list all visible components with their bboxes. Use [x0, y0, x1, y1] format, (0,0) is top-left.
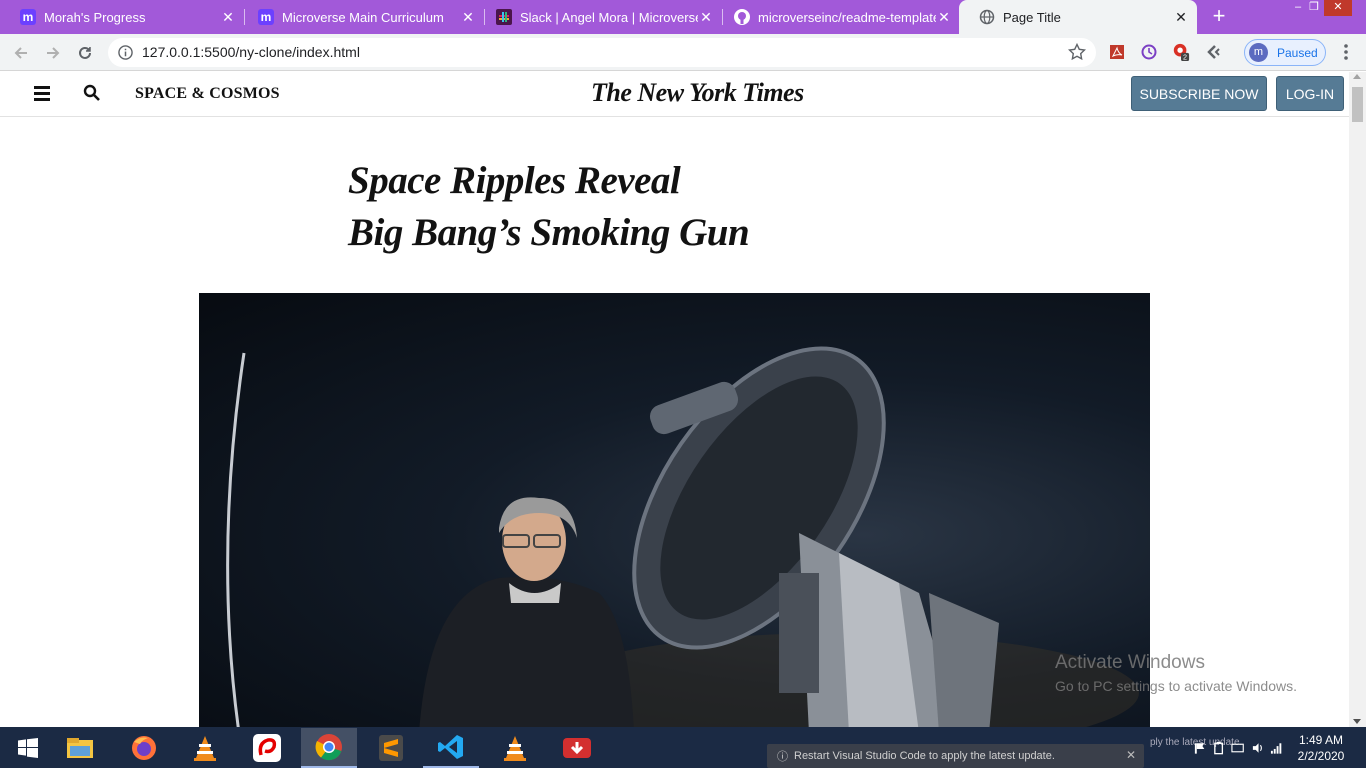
system-tray: [1193, 740, 1283, 756]
download-manager-icon[interactable]: [549, 728, 605, 768]
reload-icon[interactable]: [72, 40, 98, 66]
close-icon[interactable]: ✕: [698, 9, 714, 25]
close-icon[interactable]: ✕: [460, 9, 476, 25]
close-icon[interactable]: ✕: [936, 9, 952, 25]
notification-text: Restart Visual Studio Code to apply the …: [794, 750, 1055, 762]
telescope-photo: [226, 346, 1139, 727]
article-headline: Space Ripples Reveal Big Bang’s Smoking …: [348, 155, 750, 259]
clock-extension-icon[interactable]: [1140, 43, 1158, 61]
nyt-logo[interactable]: The New York Times: [591, 78, 804, 108]
hero-image: [199, 293, 1150, 727]
hamburger-menu-icon[interactable]: [34, 86, 50, 101]
browser-tab-strip: m Morah's Progress ✕ m Microverse Main C…: [0, 0, 1366, 34]
address-bar[interactable]: 127.0.0.1:5500/ny-clone/index.html: [108, 38, 1096, 67]
profile-button[interactable]: m Paused: [1244, 39, 1326, 66]
tab-title: Morah's Progress: [44, 9, 146, 25]
tab-morahs-progress[interactable]: m Morah's Progress ✕: [0, 0, 244, 34]
network-icon[interactable]: [1231, 741, 1245, 755]
update-notification[interactable]: ⓘ Restart Visual Studio Code to apply th…: [767, 744, 1144, 768]
close-icon[interactable]: ✕: [220, 9, 236, 25]
minimize-window-icon[interactable]: –: [1290, 0, 1306, 16]
tab-title: Microverse Main Curriculum: [282, 9, 444, 25]
record-extension-icon[interactable]: 2: [1172, 43, 1190, 62]
avatar: m: [1249, 43, 1268, 62]
profile-status: Paused: [1277, 45, 1318, 60]
search-icon[interactable]: [83, 84, 101, 107]
start-button[interactable]: [0, 728, 56, 768]
vlc-icon[interactable]: [177, 728, 233, 768]
subscribe-button[interactable]: SUBSCRIBE NOW: [1131, 76, 1267, 111]
flag-icon[interactable]: [1193, 741, 1206, 755]
github-logo-icon: [734, 9, 750, 25]
info-icon[interactable]: [118, 45, 133, 65]
signal-icon[interactable]: [1270, 741, 1283, 755]
tab-page-title[interactable]: Page Title ✕: [959, 0, 1197, 34]
tab-title: Slack | Angel Mora | Microverse S: [520, 9, 698, 25]
close-icon[interactable]: ✕: [1173, 9, 1189, 25]
watermark-title: Activate Windows: [1055, 652, 1205, 673]
dome-arc: [226, 352, 246, 727]
tab-github-readme[interactable]: microverseinc/readme-template ✕: [714, 0, 960, 34]
windows-taskbar: ⓘ Restart Visual Studio Code to apply th…: [0, 727, 1366, 768]
scroll-thumb[interactable]: [1352, 87, 1363, 122]
slack-logo-icon: [496, 9, 512, 25]
close-icon[interactable]: ✕: [1126, 748, 1136, 762]
url-text[interactable]: 127.0.0.1:5500/ny-clone/index.html: [142, 44, 360, 60]
microverse-logo-icon: m: [258, 9, 274, 25]
watermark-subtitle: Go to PC settings to activate Windows.: [1055, 678, 1297, 694]
file-explorer-icon[interactable]: [52, 728, 108, 768]
chrome-icon[interactable]: [301, 728, 357, 768]
globe-icon: [979, 9, 995, 25]
info-icon: ⓘ: [777, 751, 788, 763]
page-scrollbar[interactable]: [1349, 72, 1366, 727]
tab-slack[interactable]: Slack | Angel Mora | Microverse S ✕: [476, 0, 722, 34]
airtel-app-icon[interactable]: [239, 728, 295, 768]
scroll-up-icon[interactable]: [1353, 74, 1361, 79]
headline-line-2: Big Bang’s Smoking Gun: [348, 211, 750, 254]
clock-date: 2/2/2020: [1297, 749, 1345, 763]
sublime-text-icon[interactable]: [363, 728, 419, 768]
restore-window-icon[interactable]: ❐: [1306, 0, 1322, 16]
back-arrow-icon[interactable]: [8, 40, 34, 66]
more-menu-icon[interactable]: [1338, 42, 1354, 62]
volume-icon[interactable]: [1251, 741, 1264, 755]
clock-time: 1:49 AM: [1298, 733, 1344, 747]
tab-title: Page Title: [1003, 9, 1061, 25]
pdf-extension-icon[interactable]: [1108, 43, 1126, 61]
forward-arrow-icon[interactable]: [40, 40, 66, 66]
microverse-logo-icon: m: [20, 9, 36, 25]
close-window-icon[interactable]: ✕: [1324, 0, 1352, 16]
system-clock[interactable]: 1:49 AM 2/2/2020: [1288, 732, 1354, 764]
extension-badge: 2: [1183, 53, 1187, 62]
tab-title: microverseinc/readme-template: [758, 9, 936, 25]
windows-logo-icon: [18, 738, 38, 758]
nyt-header: SPACE & COSMOS The New York Times SUBSCR…: [0, 72, 1349, 117]
new-tab-button[interactable]: +: [1205, 5, 1233, 29]
headline-line-1: Space Ripples Reveal: [348, 159, 681, 202]
firefox-icon[interactable]: [116, 728, 172, 768]
battery-icon[interactable]: [1212, 741, 1225, 755]
page-viewport: SPACE & COSMOS The New York Times SUBSCR…: [0, 72, 1349, 727]
person: [419, 497, 634, 727]
arrow-extension-icon[interactable]: [1204, 43, 1222, 61]
bookmark-star-icon[interactable]: [1067, 42, 1087, 66]
activate-windows-watermark: Activate Windows Go to PC settings to ac…: [1055, 652, 1297, 694]
tab-microverse-curriculum[interactable]: m Microverse Main Curriculum ✕: [238, 0, 484, 34]
section-label[interactable]: SPACE & COSMOS: [135, 85, 280, 103]
vlc-icon-2[interactable]: [487, 728, 543, 768]
login-button[interactable]: LOG-IN: [1276, 76, 1344, 111]
browser-toolbar: 127.0.0.1:5500/ny-clone/index.html 2 m P…: [0, 34, 1366, 71]
scroll-down-icon[interactable]: [1353, 719, 1361, 724]
vscode-icon[interactable]: [423, 728, 479, 768]
